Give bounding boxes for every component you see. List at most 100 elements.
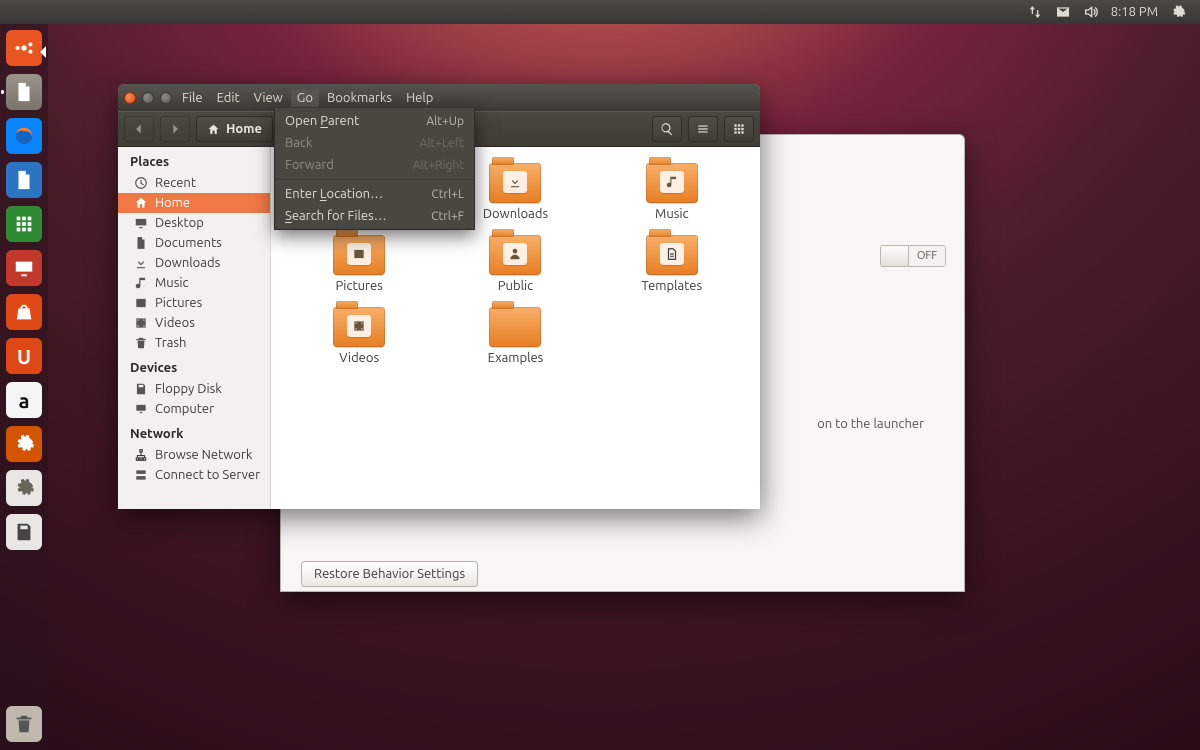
folder-icon <box>489 163 541 203</box>
view-grid-button[interactable] <box>724 116 754 142</box>
dash-icon[interactable] <box>4 28 44 68</box>
sidebar-item-recent[interactable]: Recent <box>118 173 270 193</box>
sidebar-item-computer[interactable]: Computer <box>118 399 270 419</box>
location-home[interactable]: Home <box>196 116 273 142</box>
software-center-icon[interactable] <box>4 292 44 332</box>
menu-item-search-for-files[interactable]: Search for Files…Ctrl+F <box>275 205 474 227</box>
sidebar-item-music[interactable]: Music <box>118 273 270 293</box>
menu-bookmarks[interactable]: Bookmarks <box>327 91 392 105</box>
sidebar-item-label: Pictures <box>155 296 202 310</box>
localc-icon[interactable] <box>4 204 44 244</box>
picture-icon <box>134 296 148 310</box>
menu-go[interactable]: Go <box>291 89 319 107</box>
folder-videos[interactable]: Videos <box>281 307 437 365</box>
menu-item-shortcut: Ctrl+F <box>431 210 464 223</box>
sidebar-section-title: Devices <box>118 353 270 379</box>
sidebar-item-label: Recent <box>155 176 196 190</box>
window-minimize-button[interactable] <box>142 92 154 104</box>
sidebar-item-desktop[interactable]: Desktop <box>118 213 270 233</box>
titlebar[interactable]: File Edit View Go Bookmarks Help <box>118 84 760 111</box>
video-icon <box>134 316 148 330</box>
loimpress-icon[interactable] <box>4 248 44 288</box>
menu-item-shortcut: Alt+Up <box>426 115 464 128</box>
sidebar-item-connect-to-server[interactable]: Connect to Server <box>118 465 270 485</box>
sidebar-item-home[interactable]: Home <box>118 193 270 213</box>
folder-examples[interactable]: Examples <box>437 307 593 365</box>
folder-label: Downloads <box>483 207 548 221</box>
sidebar-item-browse-network[interactable]: Browse Network <box>118 445 270 465</box>
window-maximize-button[interactable] <box>160 92 172 104</box>
menu-view[interactable]: View <box>254 91 283 105</box>
folder-icon <box>489 235 541 275</box>
view-list-button[interactable] <box>688 116 718 142</box>
nav-back-button[interactable] <box>124 116 154 142</box>
menu-item-forward: ForwardAlt+Right <box>275 154 474 176</box>
location-label: Home <box>226 122 262 136</box>
menu-item-open-parent[interactable]: Open ParentAlt+Up <box>275 110 474 132</box>
sidebar-section-title: Network <box>118 419 270 445</box>
trash-icon[interactable] <box>4 704 44 744</box>
folder-icon <box>646 163 698 203</box>
menu-item-label: Enter Location… <box>285 187 383 201</box>
lowriter-icon[interactable] <box>4 160 44 200</box>
launcher-active-pointer-icon <box>40 46 46 58</box>
menu-item-shortcut: Alt+Left <box>420 137 464 150</box>
folder-icon <box>333 307 385 347</box>
nautilus-icon[interactable] <box>4 72 44 112</box>
menu-item-back: BackAlt+Left <box>275 132 474 154</box>
sidebar-item-label: Documents <box>155 236 222 250</box>
firefox-icon[interactable] <box>4 116 44 156</box>
menu-item-enter-location[interactable]: Enter Location…Ctrl+L <box>275 183 474 205</box>
sidebar-item-label: Trash <box>155 336 186 350</box>
search-button[interactable] <box>652 116 682 142</box>
window-close-button[interactable] <box>124 92 136 104</box>
session-indicator-icon[interactable] <box>1170 4 1186 20</box>
sidebar-item-label: Browse Network <box>155 448 252 462</box>
amazon-icon[interactable]: a <box>4 380 44 420</box>
unity-tweak-icon[interactable] <box>4 424 44 464</box>
folder-music[interactable]: Music <box>594 163 750 221</box>
go-menu-dropdown: Open ParentAlt+UpBackAlt+LeftForwardAlt+… <box>274 108 475 230</box>
floppy-icon <box>134 382 148 396</box>
folder-pictures[interactable]: Pictures <box>281 235 437 293</box>
menu-item-shortcut: Alt+Right <box>413 159 464 172</box>
folder-templates[interactable]: Templates <box>594 235 750 293</box>
home-icon <box>134 196 148 210</box>
menu-file[interactable]: File <box>182 91 203 105</box>
server-icon <box>134 468 148 482</box>
menu-edit[interactable]: Edit <box>217 91 240 105</box>
folder-icon <box>333 235 385 275</box>
menu-help[interactable]: Help <box>406 91 433 105</box>
sidebar-item-pictures[interactable]: Pictures <box>118 293 270 313</box>
floppy-icon[interactable] <box>4 512 44 552</box>
nav-forward-button[interactable] <box>160 116 190 142</box>
sidebar-item-trash[interactable]: Trash <box>118 333 270 353</box>
download-icon <box>134 256 148 270</box>
folder-label: Music <box>655 207 689 221</box>
desktop-icon <box>134 216 148 230</box>
messages-indicator-icon[interactable] <box>1055 4 1071 20</box>
music-icon <box>134 276 148 290</box>
sidebar-item-videos[interactable]: Videos <box>118 313 270 333</box>
ubuntu-one-icon[interactable]: U <box>4 336 44 376</box>
sidebar: PlacesRecentHomeDesktopDocumentsDownload… <box>118 147 271 509</box>
sidebar-item-floppy-disk[interactable]: Floppy Disk <box>118 379 270 399</box>
folder-icon <box>489 307 541 347</box>
top-panel: 8:18 PM <box>0 0 1200 24</box>
switch[interactable]: OFF <box>880 245 946 267</box>
network-indicator-icon[interactable] <box>1027 4 1043 20</box>
folder-label: Videos <box>339 351 379 365</box>
document-icon <box>134 236 148 250</box>
sidebar-item-downloads[interactable]: Downloads <box>118 253 270 273</box>
sound-indicator-icon[interactable] <box>1083 4 1099 20</box>
network-icon <box>134 448 148 462</box>
folder-label: Templates <box>642 279 703 293</box>
switch-label: OFF <box>909 246 945 266</box>
folder-label: Public <box>498 279 533 293</box>
restore-behavior-button[interactable]: Restore Behavior Settings <box>301 561 478 587</box>
folder-public[interactable]: Public <box>437 235 593 293</box>
sidebar-item-label: Videos <box>155 316 195 330</box>
sidebar-item-documents[interactable]: Documents <box>118 233 270 253</box>
system-settings-icon[interactable] <box>4 468 44 508</box>
clock[interactable]: 8:18 PM <box>1111 5 1158 19</box>
